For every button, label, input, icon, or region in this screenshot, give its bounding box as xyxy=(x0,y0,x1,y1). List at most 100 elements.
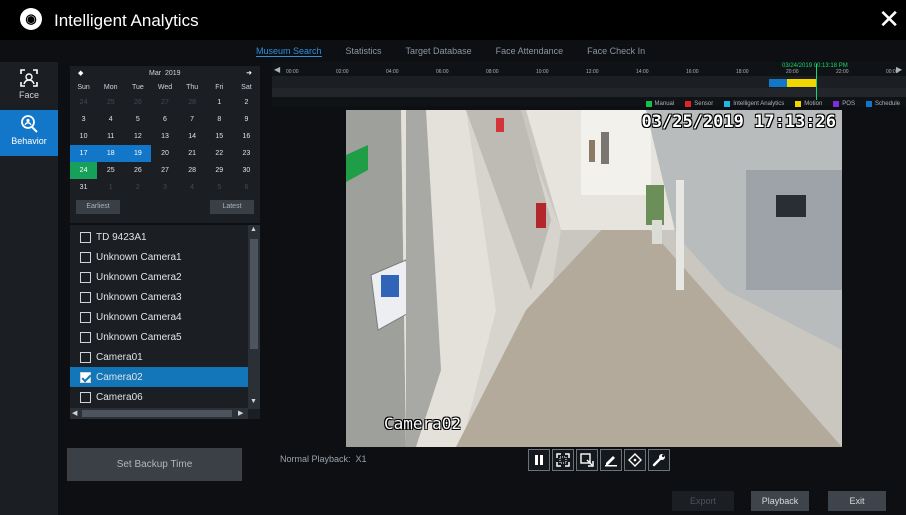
calendar-day[interactable]: 27 xyxy=(151,162,178,179)
timeline-next-icon[interactable]: ▶ xyxy=(896,65,902,74)
calendar-day[interactable]: 12 xyxy=(124,128,151,145)
calendar-day[interactable]: 6 xyxy=(233,179,260,196)
zoom-region-button[interactable] xyxy=(576,449,598,471)
calendar-day[interactable]: 1 xyxy=(206,94,233,111)
zoom-region-icon xyxy=(580,453,594,467)
settings-button[interactable] xyxy=(648,449,670,471)
calendar-day[interactable]: 8 xyxy=(206,111,233,128)
calendar-day[interactable]: 4 xyxy=(97,111,124,128)
tab-face-check-in[interactable]: Face Check In xyxy=(587,46,645,56)
calendar-day[interactable]: 23 xyxy=(233,145,260,162)
export-button[interactable]: Export xyxy=(672,491,734,511)
camera-checkbox[interactable] xyxy=(80,391,91,403)
calendar-day[interactable]: 16 xyxy=(233,128,260,145)
camera-list-item[interactable]: Camera06 xyxy=(70,387,248,407)
camera-list-vscrollbar[interactable]: ▲ ▼ xyxy=(248,225,260,409)
calendar-day[interactable]: 13 xyxy=(151,128,178,145)
camera-checkbox[interactable] xyxy=(80,311,91,323)
calendar-day[interactable]: 26 xyxy=(124,94,151,111)
video-playback[interactable]: 03/25/2019 17:13:26 Camera02 xyxy=(346,110,842,447)
camera-list-item[interactable]: TD 9423A1 xyxy=(70,227,248,247)
calendar-day[interactable]: 7 xyxy=(179,111,206,128)
set-backup-time-button[interactable]: Set Backup Time xyxy=(67,448,242,481)
playback-button[interactable]: Playback xyxy=(751,491,809,511)
camera-checkbox[interactable] xyxy=(80,291,91,303)
camera-checkbox[interactable] xyxy=(80,251,91,263)
calendar-day[interactable]: 3 xyxy=(70,111,97,128)
corridor-video-frame xyxy=(346,110,842,447)
timeline-prev-icon[interactable]: ◀ xyxy=(274,65,280,74)
camera-list-item[interactable]: Unknown Camera2 xyxy=(70,267,248,287)
nav-item-face[interactable]: Face xyxy=(0,64,58,110)
tab-museum-search[interactable]: Museum Search xyxy=(256,46,322,57)
scroll-up-icon[interactable]: ▲ xyxy=(250,226,257,233)
calendar-day[interactable]: 14 xyxy=(179,128,206,145)
calendar-day[interactable]: 20 xyxy=(151,145,178,162)
camera-list-item[interactable]: Unknown Camera5 xyxy=(70,327,248,347)
camera-list-item[interactable]: Unknown Camera1 xyxy=(70,247,248,267)
calendar-day[interactable]: 5 xyxy=(124,111,151,128)
calendar-day[interactable]: 6 xyxy=(151,111,178,128)
scroll-right-icon[interactable]: ▶ xyxy=(238,409,243,417)
calendar-day[interactable]: 28 xyxy=(179,94,206,111)
pause-button[interactable] xyxy=(528,449,550,471)
camera-checkbox[interactable] xyxy=(80,371,91,383)
close-button[interactable]: ✕ xyxy=(878,6,900,32)
legend-swatch xyxy=(865,101,872,107)
fullscreen-button[interactable] xyxy=(552,449,574,471)
calendar-day[interactable]: 26 xyxy=(124,162,151,179)
exit-button[interactable]: Exit xyxy=(828,491,886,511)
calendar-day[interactable]: 18 xyxy=(97,145,125,162)
camera-list-hscrollbar[interactable]: ◀ ▶ xyxy=(70,408,248,419)
camera-list-item[interactable]: Camera01 xyxy=(70,347,248,367)
calendar-day[interactable]: 10 xyxy=(70,128,97,145)
timeline[interactable]: ◀ 00:00 02:00 04:00 06:00 08:00 10:00 12:00 14:0… xyxy=(272,62,906,106)
calendar-day[interactable]: 3 xyxy=(151,179,178,196)
calendar-day[interactable]: 29 xyxy=(206,162,233,179)
calendar-day[interactable]: 31 xyxy=(70,179,97,196)
calendar-day[interactable]: 19 xyxy=(124,145,152,162)
next-month-button[interactable]: ➜ xyxy=(246,69,252,77)
calendar-day[interactable]: 2 xyxy=(233,94,260,111)
prev-month-button[interactable]: ◆ xyxy=(78,69,83,77)
legend-item: Sensor xyxy=(685,101,713,107)
calendar-day[interactable]: 15 xyxy=(206,128,233,145)
draw-line-button[interactable] xyxy=(600,449,622,471)
tab-face-attendance[interactable]: Face Attendance xyxy=(496,46,564,56)
weekday-header: Sun Mon Tue Wed Thu Fri Sat xyxy=(70,80,260,94)
calendar-day[interactable]: 27 xyxy=(151,94,178,111)
calendar-day[interactable]: 22 xyxy=(206,145,233,162)
tab-statistics[interactable]: Statistics xyxy=(346,46,382,56)
calendar-day[interactable]: 21 xyxy=(179,145,206,162)
calendar-day[interactable]: 5 xyxy=(206,179,233,196)
scroll-left-icon[interactable]: ◀ xyxy=(72,409,77,417)
timeline-cursor[interactable] xyxy=(816,64,817,100)
vscroll-thumb[interactable] xyxy=(250,239,258,349)
calendar-day[interactable]: 11 xyxy=(97,128,124,145)
calendar-day[interactable]: 25 xyxy=(97,94,124,111)
camera-checkbox[interactable] xyxy=(80,331,91,343)
camera-checkbox[interactable] xyxy=(80,351,91,363)
calendar-day[interactable]: 30 xyxy=(233,162,260,179)
camera-checkbox[interactable] xyxy=(80,271,91,283)
camera-checkbox[interactable] xyxy=(80,231,91,243)
camera-list-item[interactable]: Unknown Camera3 xyxy=(70,287,248,307)
calendar-day[interactable]: 17 xyxy=(70,145,98,162)
ptz-button[interactable] xyxy=(624,449,646,471)
calendar-day[interactable]: 9 xyxy=(233,111,260,128)
nav-item-behavior[interactable]: Behavior xyxy=(0,110,58,156)
calendar-day[interactable]: 24 xyxy=(70,94,97,111)
calendar-day[interactable]: 2 xyxy=(124,179,151,196)
calendar-day[interactable]: 25 xyxy=(97,162,124,179)
earliest-button[interactable]: Earliest xyxy=(76,200,120,214)
calendar-day[interactable]: 1 xyxy=(97,179,124,196)
calendar-day[interactable]: 4 xyxy=(179,179,206,196)
camera-list-item[interactable]: Unknown Camera4 xyxy=(70,307,248,327)
calendar-day[interactable]: 28 xyxy=(179,162,206,179)
camera-list-item[interactable]: Camera02 xyxy=(70,367,248,387)
latest-button[interactable]: Latest xyxy=(210,200,254,214)
tab-target-database[interactable]: Target Database xyxy=(406,46,472,56)
hscroll-thumb[interactable] xyxy=(82,410,232,417)
scroll-down-icon[interactable]: ▼ xyxy=(250,398,257,405)
calendar-day[interactable]: 24 xyxy=(70,162,98,179)
